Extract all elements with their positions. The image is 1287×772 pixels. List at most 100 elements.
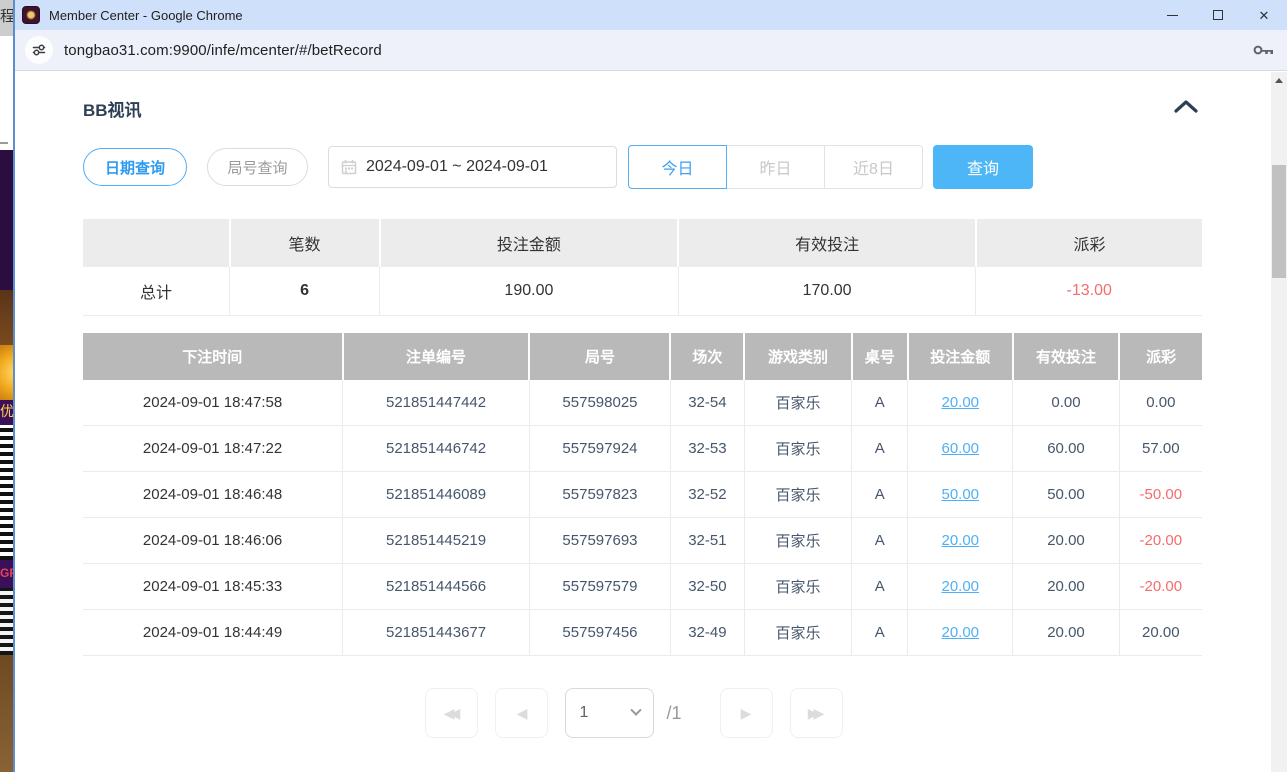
round-query-tab[interactable]: 局号查询 xyxy=(207,148,308,186)
cell-table-no: A xyxy=(852,610,908,656)
maximize-icon xyxy=(1213,10,1223,20)
cell-bet-no: 521851444566 xyxy=(343,564,530,610)
bet-amount-link[interactable]: 20.00 xyxy=(941,532,979,549)
column-header-time: 下注时间 xyxy=(83,333,343,380)
summary-valid-bet-value: 170.00 xyxy=(678,267,976,315)
first-page-button[interactable]: ◀◀ xyxy=(425,688,478,738)
double-left-arrow-icon: ◀◀ xyxy=(444,706,456,720)
minimize-button[interactable] xyxy=(1149,0,1195,30)
next-page-button[interactable]: ▶ xyxy=(720,688,773,738)
site-favicon xyxy=(22,6,40,24)
table-row: 2024-09-01 18:46:06521851445219557597693… xyxy=(83,518,1202,564)
cell-time: 2024-09-01 18:44:49 xyxy=(83,610,343,656)
cell-game-type: 百家乐 xyxy=(744,564,851,610)
cell-valid-bet: 20.00 xyxy=(1013,610,1119,656)
column-header-session: 场次 xyxy=(670,333,744,380)
cell-valid-bet: 60.00 xyxy=(1013,426,1119,472)
left-arrow-icon: ◀ xyxy=(517,706,528,720)
cell-bet-amount: 50.00 xyxy=(908,472,1013,518)
column-header-valid-bet: 有效投注 xyxy=(1013,333,1119,380)
cell-table-no: A xyxy=(852,518,908,564)
browser-toolbar: tongbao31.com:9900/infe/mcenter/#/betRec… xyxy=(15,30,1287,71)
cell-round: 557598025 xyxy=(529,380,670,426)
pagination: ◀◀ ◀ 1 /1 ▶ ▶▶ xyxy=(83,688,1202,738)
bet-amount-link[interactable]: 60.00 xyxy=(941,440,979,457)
maximize-button[interactable] xyxy=(1195,0,1241,30)
chrome-popup-window: Member Center - Google Chrome ✕ tongbao3… xyxy=(13,0,1287,772)
cell-payout: 20.00 xyxy=(1119,610,1202,656)
cell-session: 32-54 xyxy=(670,380,744,426)
close-icon: ✕ xyxy=(1259,9,1270,22)
cell-time: 2024-09-01 18:45:33 xyxy=(83,564,343,610)
cell-game-type: 百家乐 xyxy=(744,610,851,656)
summary-total-row: 总计 6 190.00 170.00 -13.00 xyxy=(83,267,1202,315)
chevron-down-icon xyxy=(631,705,642,716)
column-header-payout: 派彩 xyxy=(1119,333,1202,380)
cell-time: 2024-09-01 18:47:22 xyxy=(83,426,343,472)
date-range-value: 2024-09-01 ~ 2024-09-01 xyxy=(366,158,548,176)
window-title: Member Center - Google Chrome xyxy=(49,8,243,23)
background-qr-code-fragment-2 xyxy=(0,588,13,655)
page-title: BB视讯 xyxy=(83,96,142,121)
bet-amount-link[interactable]: 50.00 xyxy=(941,486,979,503)
collapse-panel-button[interactable] xyxy=(1170,98,1202,120)
scroll-up-arrow-icon xyxy=(1275,78,1283,83)
vertical-scrollbar[interactable] xyxy=(1271,72,1287,772)
last-page-button[interactable]: ▶▶ xyxy=(790,688,843,738)
table-row: 2024-09-01 18:45:33521851444566557597579… xyxy=(83,564,1202,610)
background-page-sliver: H 程 优 GR xyxy=(0,0,13,772)
bet-amount-link[interactable]: 20.00 xyxy=(941,624,979,641)
previous-page-button[interactable]: ◀ xyxy=(495,688,548,738)
cell-bet-no: 521851443677 xyxy=(343,610,530,656)
bet-record-page: BB视讯 日期查询 局号查询 2024-09-01 ~ 2024-09 xyxy=(15,72,1271,772)
bet-record-table: 下注时间注单编号局号场次游戏类别桌号投注金额有效投注派彩 2024-09-01 … xyxy=(83,333,1202,657)
cell-game-type: 百家乐 xyxy=(744,380,851,426)
today-button[interactable]: 今日 xyxy=(628,145,727,189)
cell-game-type: 百家乐 xyxy=(744,426,851,472)
cell-session: 32-49 xyxy=(670,610,744,656)
minimize-icon xyxy=(1167,15,1178,16)
search-button[interactable]: 查询 xyxy=(933,145,1033,189)
total-pages-label: /1 xyxy=(666,703,681,724)
cell-valid-bet: 50.00 xyxy=(1013,472,1119,518)
page-select[interactable]: 1 xyxy=(565,688,654,738)
chevron-up-icon xyxy=(1174,100,1198,113)
cell-session: 32-53 xyxy=(670,426,744,472)
close-button[interactable]: ✕ xyxy=(1241,0,1287,30)
scrollbar-thumb[interactable] xyxy=(1272,165,1286,278)
bet-amount-link[interactable]: 20.00 xyxy=(941,578,979,595)
scrollbar-up-button[interactable] xyxy=(1271,72,1287,88)
password-manager-button[interactable] xyxy=(1253,43,1275,57)
background-white-segment xyxy=(0,108,13,150)
site-info-button[interactable] xyxy=(25,36,53,64)
bet-table-body: 2024-09-01 18:47:58521851447442557598025… xyxy=(83,380,1202,656)
cell-round: 557597693 xyxy=(529,518,670,564)
date-range-input[interactable]: 2024-09-01 ~ 2024-09-01 xyxy=(328,146,617,188)
cell-round: 557597456 xyxy=(529,610,670,656)
cell-time: 2024-09-01 18:47:58 xyxy=(83,380,343,426)
cell-valid-bet: 0.00 xyxy=(1013,380,1119,426)
yesterday-button[interactable]: 昨日 xyxy=(726,145,825,189)
last-8-days-button[interactable]: 近8日 xyxy=(824,145,923,189)
date-query-tab[interactable]: 日期查询 xyxy=(83,148,187,186)
key-icon xyxy=(1253,43,1275,57)
cell-bet-no: 521851446742 xyxy=(343,426,530,472)
table-row: 2024-09-01 18:46:48521851446089557597823… xyxy=(83,472,1202,518)
window-titlebar[interactable]: Member Center - Google Chrome ✕ xyxy=(15,0,1287,30)
summary-table: 笔数 投注金额 有效投注 派彩 总计 6 190.00 170.00 -13.0… xyxy=(83,219,1202,316)
summary-header-count: 笔数 xyxy=(230,219,380,267)
summary-bet-amount-value: 190.00 xyxy=(380,267,679,315)
cell-bet-no: 521851446089 xyxy=(343,472,530,518)
column-header-bet-no: 注单编号 xyxy=(343,333,530,380)
cell-payout: 0.00 xyxy=(1119,380,1202,426)
cell-bet-amount: 60.00 xyxy=(908,426,1013,472)
cell-time: 2024-09-01 18:46:06 xyxy=(83,518,343,564)
background-brown-segment xyxy=(0,655,13,772)
table-row: 2024-09-01 18:47:22521851446742557597924… xyxy=(83,426,1202,472)
url-address[interactable]: tongbao31.com:9900/infe/mcenter/#/betRec… xyxy=(64,42,382,59)
bet-amount-link[interactable]: 20.00 xyxy=(941,394,979,411)
summary-payout-value: -13.00 xyxy=(976,267,1202,315)
bet-table-header-row: 下注时间注单编号局号场次游戏类别桌号投注金额有效投注派彩 xyxy=(83,333,1202,380)
column-header-game-type: 游戏类别 xyxy=(744,333,851,380)
summary-header-payout: 派彩 xyxy=(976,219,1202,267)
